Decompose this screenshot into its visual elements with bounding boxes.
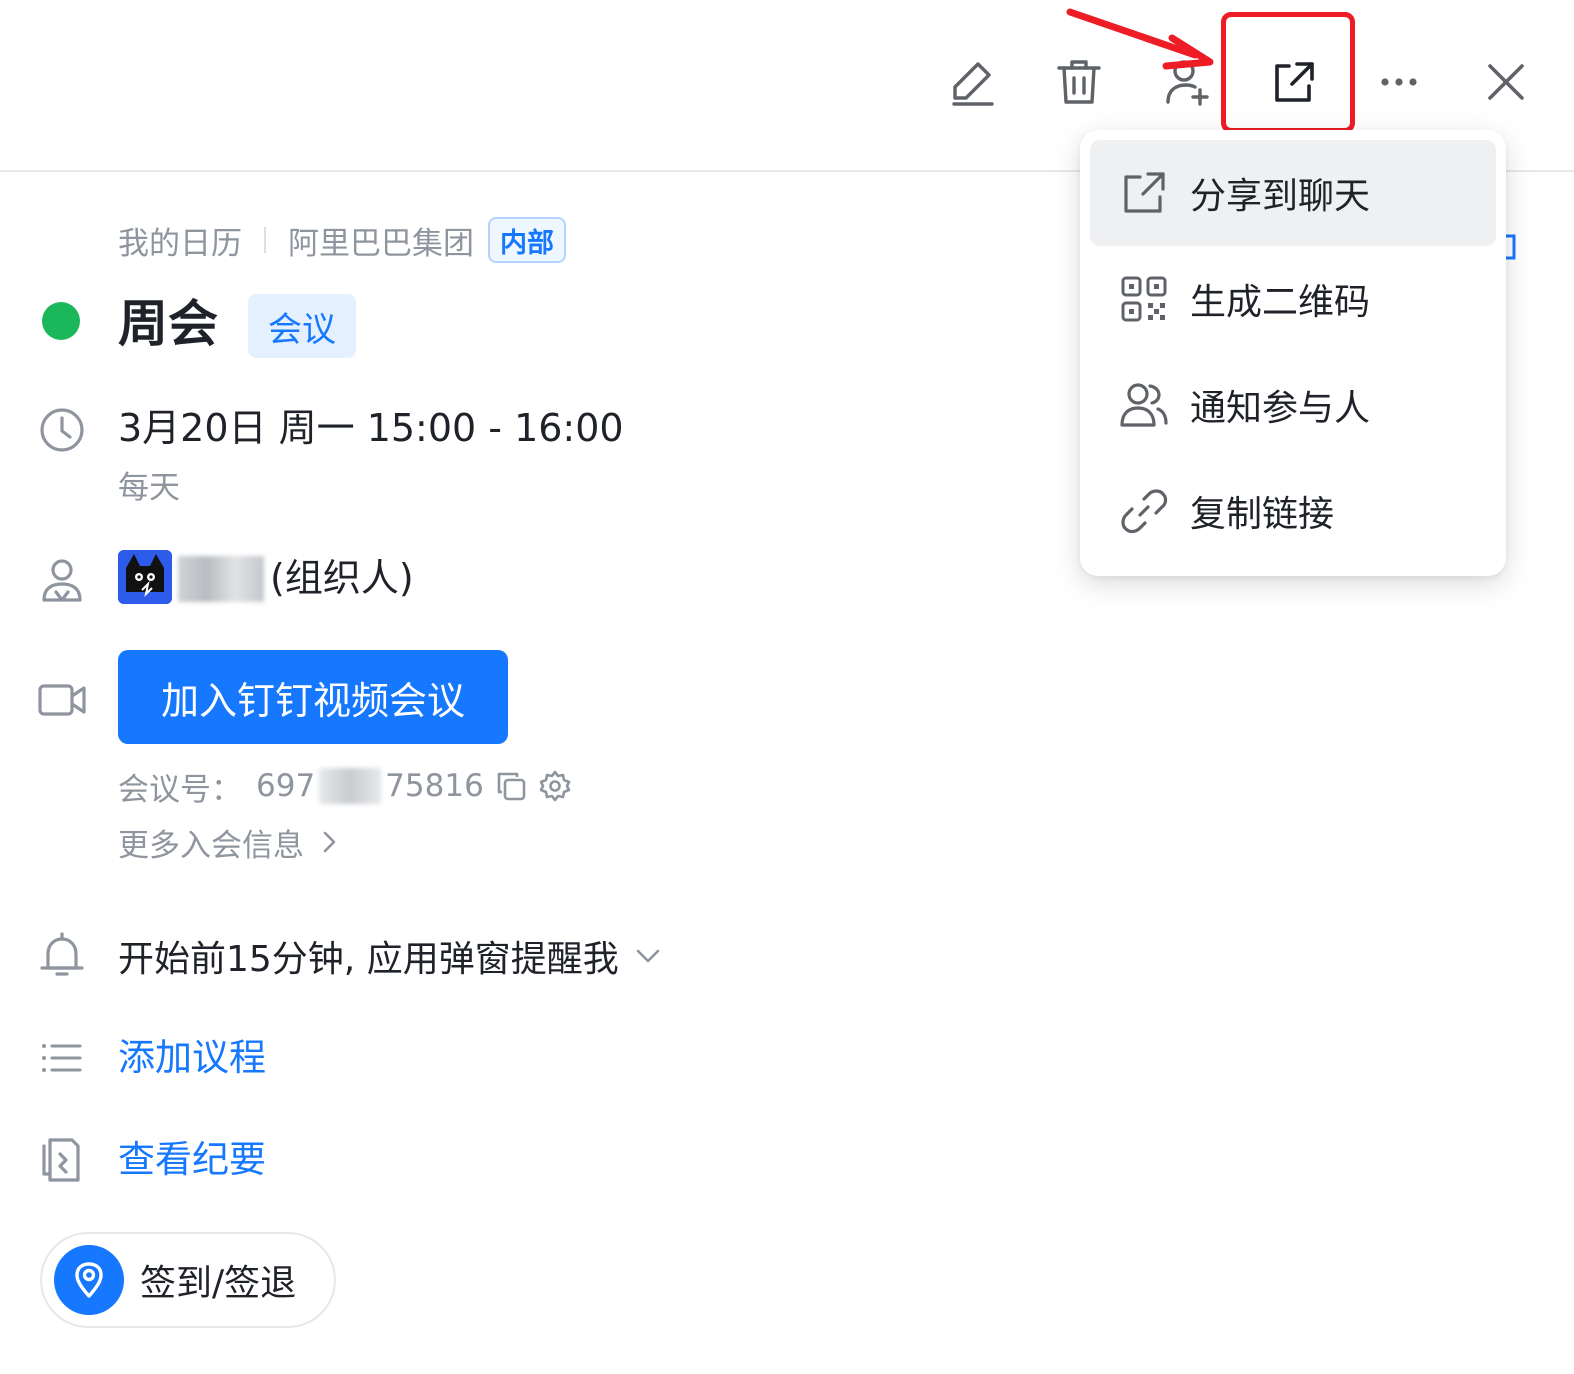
chevron-down-icon xyxy=(636,949,660,963)
meeting-number-label: 会议号： xyxy=(118,771,242,808)
people-icon xyxy=(1120,383,1168,427)
view-minutes-link[interactable]: 查看纪要 xyxy=(118,1134,266,1186)
meeting-number-start: 697 xyxy=(256,768,316,804)
share-dropdown-menu: 分享到聊天 生成二维码 通知参与人 复制链接 xyxy=(1080,130,1506,576)
checkin-button[interactable]: 签到/签退 xyxy=(40,1232,336,1328)
status-dot xyxy=(42,302,80,340)
clock-icon xyxy=(36,404,88,456)
menu-item-generate-qrcode[interactable]: 生成二维码 xyxy=(1090,246,1496,352)
share-button[interactable] xyxy=(1261,50,1325,114)
link-icon xyxy=(1121,489,1168,534)
chevron-right-icon xyxy=(323,831,336,853)
delete-button[interactable] xyxy=(1047,50,1111,114)
breadcrumb-calendar[interactable]: 我的日历 xyxy=(118,218,242,263)
checkin-label: 签到/签退 xyxy=(140,1263,297,1304)
location-pin-icon xyxy=(54,1245,124,1315)
edit-button[interactable] xyxy=(940,50,1004,114)
meeting-number-redacted xyxy=(319,768,382,804)
organizer-name-redacted xyxy=(178,556,264,602)
menu-item-label: 生成二维码 xyxy=(1190,282,1371,323)
breadcrumb: 我的日历 阿里巴巴集团 内部 xyxy=(118,216,566,264)
more-icon xyxy=(1381,78,1417,86)
reminder-label: 开始前15分钟, 应用弹窗提醒我 xyxy=(118,939,619,980)
more-join-info-link[interactable]: 更多入会信息 xyxy=(118,820,342,864)
menu-item-label: 分享到聊天 xyxy=(1190,176,1371,217)
delete-icon xyxy=(1057,60,1101,104)
minutes-icon xyxy=(36,1134,88,1186)
close-icon xyxy=(1488,64,1524,100)
more-button[interactable] xyxy=(1367,50,1431,114)
menu-item-notify-participants[interactable]: 通知参与人 xyxy=(1090,352,1496,458)
meeting-number: 会议号： 697 75816 xyxy=(118,764,572,808)
repeat-rule: 每天 xyxy=(118,470,180,506)
meeting-number-end: 75816 xyxy=(385,768,484,804)
avatar[interactable] xyxy=(118,550,172,604)
video-camera-icon xyxy=(36,674,88,726)
organizer-icon xyxy=(36,554,88,606)
event-time: 3月20日 周一 15:00 - 16:00 xyxy=(118,406,624,450)
bell-icon xyxy=(36,930,88,982)
qrcode-icon xyxy=(1121,276,1167,322)
add-person-icon xyxy=(1166,60,1209,106)
edit-icon xyxy=(952,62,994,106)
list-icon xyxy=(36,1032,88,1084)
menu-item-label: 通知参与人 xyxy=(1190,388,1371,429)
internal-tag: 内部 xyxy=(488,217,566,263)
copy-icon[interactable] xyxy=(494,769,528,803)
share-icon xyxy=(1124,172,1165,213)
add-agenda-link[interactable]: 添加议程 xyxy=(118,1032,266,1084)
menu-item-copy-link[interactable]: 复制链接 xyxy=(1090,458,1496,564)
close-button[interactable] xyxy=(1474,50,1538,114)
organizer-label: (组织人) xyxy=(270,556,414,600)
join-video-meeting-button[interactable]: 加入钉钉视频会议 xyxy=(118,650,508,744)
menu-item-label: 复制链接 xyxy=(1190,494,1335,535)
more-join-info-label: 更多入会信息 xyxy=(118,827,304,864)
event-type-tag: 会议 xyxy=(248,294,356,358)
event-title: 周会 xyxy=(118,295,218,353)
event-detail-panel: 我的日历 阿里巴巴集团 内部 周会 会议 3月20日 周一 15:00 - 16… xyxy=(0,0,1574,1374)
settings-icon[interactable] xyxy=(538,769,572,803)
reminder-select[interactable]: 开始前15分钟, 应用弹窗提醒我 xyxy=(118,930,663,982)
breadcrumb-organization: 阿里巴巴集团 xyxy=(288,225,474,262)
breadcrumb-separator xyxy=(264,227,266,253)
add-participant-button[interactable] xyxy=(1154,50,1218,114)
share-icon xyxy=(1275,62,1314,102)
menu-item-share-to-chat[interactable]: 分享到聊天 xyxy=(1090,140,1496,246)
